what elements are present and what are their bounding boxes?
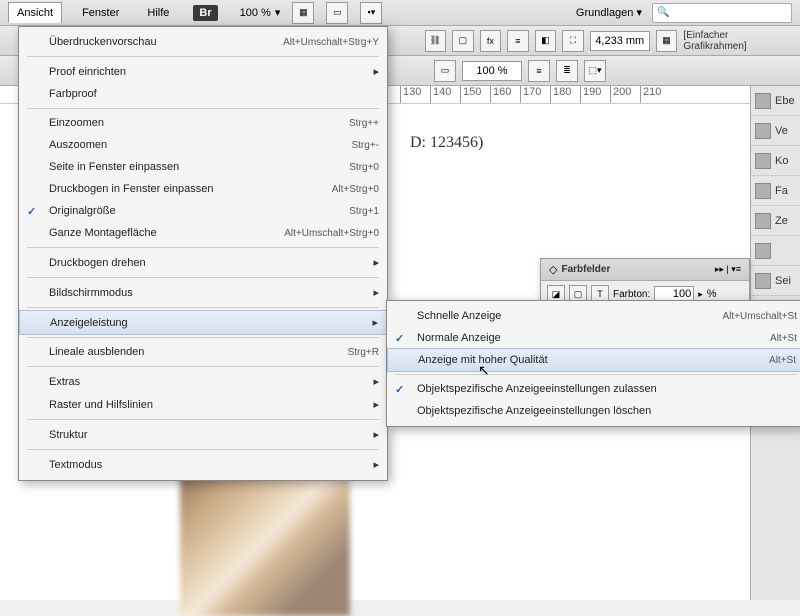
zoom-level[interactable]: 100 % ▾ [240, 6, 281, 19]
page-zoom-input[interactable] [462, 61, 522, 81]
tint-unit: % [707, 288, 717, 300]
search-input[interactable] [652, 3, 792, 23]
measurement-input[interactable] [590, 31, 650, 51]
align2-icon[interactable]: ≣ [556, 60, 578, 82]
menu-item[interactable]: Druckbogen in Fenster einpassenAlt+Strg+… [19, 178, 387, 200]
arrange-icon[interactable]: ▭ [326, 2, 348, 24]
menu-item[interactable]: Proof einrichten▸ [19, 60, 387, 83]
menu-item[interactable]: Seite in Fenster einpassenStrg+0 [19, 156, 387, 178]
view-options-icon[interactable]: ▪▾ [360, 2, 382, 24]
link-icon[interactable]: ⛓ [425, 30, 447, 52]
workspace-switcher[interactable]: Grundlagen ▾ [576, 6, 642, 19]
menu-item[interactable]: Ganze MontageflächeAlt+Umschalt+Strg+0 [19, 222, 387, 244]
document-text: D: 123456) [410, 134, 780, 152]
panel-farbe[interactable]: Fa [751, 176, 800, 206]
panel-blank[interactable] [751, 236, 800, 266]
menu-item[interactable]: Bildschirmmodus▸ [19, 281, 387, 304]
view-menu-dropdown: ÜberdruckenvorschauAlt+Umschalt+Strg+Y Pr… [18, 26, 388, 481]
screen-mode-icon[interactable]: ▦ [292, 2, 314, 24]
menu-item[interactable]: Raster und Hilfslinien▸ [19, 393, 387, 416]
menu-item[interactable]: ÜberdruckenvorschauAlt+Umschalt+Strg+Y [19, 31, 387, 53]
wrap-icon[interactable]: ≡ [507, 30, 529, 52]
menu-item[interactable]: AuszoomenStrg+- [19, 134, 387, 156]
menu-ansicht[interactable]: Ansicht [8, 2, 62, 23]
frame-label: [Einfacher Grafikrahmen] [683, 30, 792, 52]
submenu-item[interactable]: Objektspezifische Anzeigeeinstellungen l… [387, 400, 800, 422]
bridge-badge[interactable]: Br [193, 5, 217, 21]
display-performance-submenu: Schnelle AnzeigeAlt+Umschalt+St✓Normale … [386, 300, 800, 427]
menu-item[interactable]: Anzeigeleistung▸ [19, 310, 387, 335]
menu-item[interactable]: Lineale ausblendenStrg+R [19, 341, 387, 363]
submenu-item[interactable]: Schnelle AnzeigeAlt+Umschalt+St [387, 305, 800, 327]
menu-item[interactable]: Extras▸ [19, 370, 387, 393]
menu-item[interactable]: EinzoomenStrg++ [19, 112, 387, 134]
menu-item[interactable]: Farbproof [19, 83, 387, 105]
placed-image[interactable] [180, 466, 350, 616]
frame-fitting-icon[interactable]: ▦ [656, 30, 678, 52]
swatches-header[interactable]: ◇Farbfelder ▸▸ | ▾≡ [541, 259, 749, 281]
menu-item[interactable]: Druckbogen drehen▸ [19, 251, 387, 274]
fx-icon[interactable]: fx [480, 30, 502, 52]
menu-item[interactable]: ✓OriginalgrößeStrg+1 [19, 200, 387, 222]
menu-item[interactable]: Struktur▸ [19, 423, 387, 446]
panel-ko[interactable]: Ko [751, 146, 800, 176]
panel-seiten[interactable]: Sei [751, 266, 800, 296]
menubar: Ansicht Fenster Hilfe Br 100 % ▾ ▦ ▭ ▪▾ … [0, 0, 800, 26]
submenu-item[interactable]: ✓Objektspezifische Anzeigeeinstellungen … [387, 378, 800, 400]
page-tool-icon[interactable]: ▭ [434, 60, 456, 82]
panel-ve[interactable]: Ve [751, 116, 800, 146]
menu-fenster[interactable]: Fenster [74, 3, 127, 23]
panel-ze[interactable]: Ze [751, 206, 800, 236]
corner-icon[interactable]: ◧ [535, 30, 557, 52]
menu-hilfe[interactable]: Hilfe [139, 3, 177, 23]
container-icon[interactable]: ▢ [452, 30, 474, 52]
submenu-item[interactable]: ✓Normale AnzeigeAlt+St [387, 327, 800, 349]
cursor-icon: ↖ [478, 362, 490, 379]
tint-label: Farbton: [613, 289, 650, 300]
crop-icon[interactable]: ⛶ [562, 30, 584, 52]
submenu-item[interactable]: Anzeige mit hoher QualitätAlt+St [387, 348, 800, 372]
align-icon[interactable]: ≡ [528, 60, 550, 82]
menu-item[interactable]: Textmodus▸ [19, 453, 387, 476]
constraint-icon[interactable]: ⬚▾ [584, 60, 606, 82]
panel-ebenen[interactable]: Ebe [751, 86, 800, 116]
